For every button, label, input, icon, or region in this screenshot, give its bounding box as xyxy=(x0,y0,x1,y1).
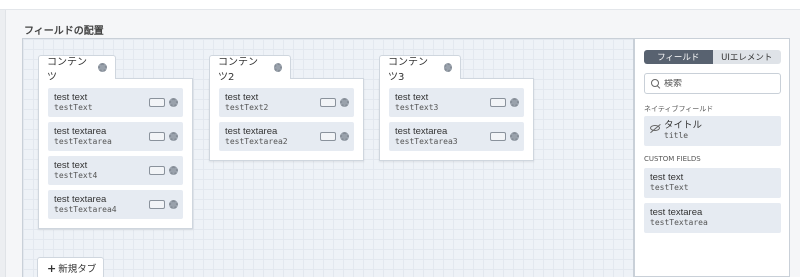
field-item[interactable]: test text testText2 xyxy=(219,88,354,117)
gear-icon[interactable] xyxy=(169,200,178,209)
field-palette-panel: フィールド UIエレメント ネイティブフィールド タイトル title CUST… xyxy=(634,38,790,277)
field-label: タイトル xyxy=(664,120,703,131)
gear-icon[interactable] xyxy=(273,63,282,72)
gear-icon[interactable] xyxy=(340,98,349,107)
field-item[interactable]: test textarea testTextarea xyxy=(48,122,183,151)
field-item[interactable]: test textarea testTextarea4 xyxy=(48,190,183,219)
field-item[interactable]: test text testText xyxy=(48,88,183,117)
gear-icon[interactable] xyxy=(510,132,519,141)
tab-header[interactable]: コンテンツ2 xyxy=(209,55,291,83)
new-tab-button[interactable]: + 新規タブ xyxy=(37,257,104,277)
native-field-item[interactable]: タイトル title xyxy=(644,116,781,146)
toggle-icon[interactable] xyxy=(149,166,165,175)
field-item[interactable]: test text testText3 xyxy=(389,88,524,117)
layout-canvas: コンテンツ test text testText test textarea t… xyxy=(22,38,634,277)
tab-body: test text testText test textarea testTex… xyxy=(38,78,193,229)
new-tab-label: 新規タブ xyxy=(58,264,97,275)
field-key: testText xyxy=(650,183,689,192)
tab-header[interactable]: コンテンツ xyxy=(38,55,116,83)
field-key: title xyxy=(664,131,689,140)
toggle-icon[interactable] xyxy=(320,132,336,141)
toggle-icon[interactable] xyxy=(149,132,165,141)
tab-label: コンテンツ3 xyxy=(388,56,428,83)
search-icon xyxy=(651,79,660,88)
custom-field-item[interactable]: test textarea testTextarea xyxy=(644,203,781,233)
segment-fields[interactable]: フィールド xyxy=(644,50,713,64)
search-box xyxy=(644,73,781,94)
search-input[interactable] xyxy=(664,78,774,89)
tab-body: test text testText2 test textarea testTe… xyxy=(209,78,364,161)
toggle-icon[interactable] xyxy=(490,132,506,141)
toggle-icon[interactable] xyxy=(149,200,165,209)
custom-field-item[interactable]: test text testText xyxy=(644,168,781,198)
palette-segmented-control: フィールド UIエレメント xyxy=(644,50,781,64)
section-title: フィールドの配置 xyxy=(24,26,104,37)
gear-icon[interactable] xyxy=(169,132,178,141)
gear-icon[interactable] xyxy=(443,63,452,72)
field-item[interactable]: test text testText4 xyxy=(48,156,183,185)
gear-icon[interactable] xyxy=(510,98,519,107)
gear-icon[interactable] xyxy=(169,166,178,175)
gear-icon[interactable] xyxy=(169,98,178,107)
gear-icon[interactable] xyxy=(340,132,349,141)
eye-off-icon[interactable] xyxy=(650,125,660,131)
plus-icon: + xyxy=(47,261,57,275)
custom-fields-heading: CUSTOM FIELDS xyxy=(644,155,701,163)
toggle-icon[interactable] xyxy=(320,98,336,107)
gear-icon[interactable] xyxy=(98,63,107,72)
native-fields-heading: ネイティブフィールド xyxy=(644,105,714,113)
field-label: test textarea xyxy=(650,207,703,218)
tab-label: コンテンツ2 xyxy=(218,56,258,83)
field-item[interactable]: test textarea testTextarea3 xyxy=(389,122,524,151)
field-key: testTextarea xyxy=(650,218,708,227)
toggle-icon[interactable] xyxy=(149,98,165,107)
tab-header[interactable]: コンテンツ3 xyxy=(379,55,461,83)
tab-body: test text testText3 test textarea testTe… xyxy=(379,78,534,161)
left-sidebar-edge xyxy=(0,10,6,277)
top-bar xyxy=(0,0,800,10)
segment-ui-elements[interactable]: UIエレメント xyxy=(712,50,781,64)
field-item[interactable]: test textarea testTextarea2 xyxy=(219,122,354,151)
tab-label: コンテンツ xyxy=(47,56,87,83)
field-label: test text xyxy=(650,172,684,183)
toggle-icon[interactable] xyxy=(490,98,506,107)
